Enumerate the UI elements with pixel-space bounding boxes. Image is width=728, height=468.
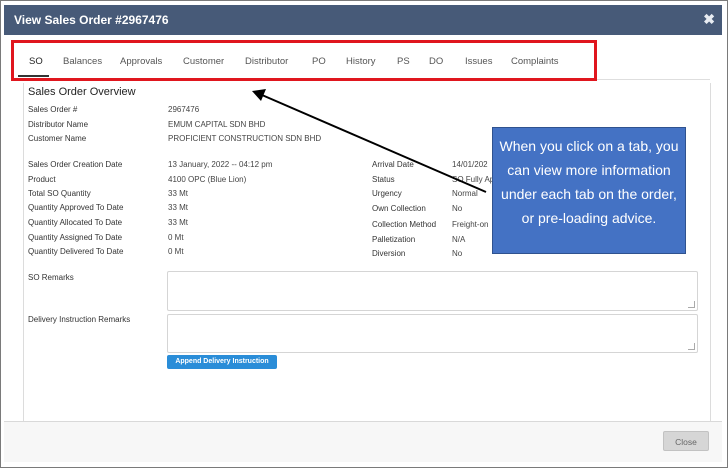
field-label-customer: Customer Name <box>28 134 87 143</box>
field-label-creation-date: Sales Order Creation Date <box>28 160 123 169</box>
resize-grip-icon[interactable] <box>688 343 695 350</box>
field-label-diversion: Diversion <box>372 249 406 258</box>
field-value-customer: PROFICIENT CONSTRUCTION SDN BHD <box>168 134 322 143</box>
field-value-product: 4100 OPC (Blue Lion) <box>168 175 247 184</box>
resize-grip-icon[interactable] <box>688 301 695 308</box>
field-label-qty-approved: Quantity Approved To Date <box>28 203 124 212</box>
field-value-own-collection: No <box>452 204 463 213</box>
field-label-arrival-date: Arrival Date <box>372 160 414 169</box>
field-label-status: Status <box>372 175 395 184</box>
field-label-product: Product <box>28 175 56 184</box>
section-title: Sales Order Overview <box>28 86 136 98</box>
field-label-palletization: Palletization <box>372 235 416 244</box>
delivery-remarks-textarea[interactable] <box>167 314 698 353</box>
field-value-qty-approved: 33 Mt <box>168 203 189 212</box>
field-label-own-collection: Own Collection <box>372 204 426 213</box>
tab-highlight-box <box>11 40 597 81</box>
field-value-qty-delivered: 0 Mt <box>168 247 184 256</box>
close-icon[interactable]: ✖ <box>703 11 715 28</box>
modal-title: View Sales Order #2967476 <box>14 13 169 27</box>
field-label-distributor: Distributor Name <box>28 120 89 129</box>
so-remarks-textarea[interactable] <box>167 271 698 311</box>
field-value-distributor: EMUM CAPITAL SDN BHD <box>168 120 266 129</box>
field-value-creation-date: 13 January, 2022 -- 04:12 pm <box>168 160 273 169</box>
field-label-sales-order: Sales Order # <box>28 105 78 114</box>
field-value-qty-allocated: 33 Mt <box>168 218 189 227</box>
annotation-callout: When you click on a tab, you can view mo… <box>492 127 686 254</box>
field-value-qty-assigned: 0 Mt <box>168 233 184 242</box>
close-button[interactable]: Close <box>663 431 709 451</box>
field-value-status: SO Fully Ap <box>452 175 495 184</box>
field-value-collection-method: Freight-on <box>452 220 489 229</box>
field-label-qty-assigned: Quantity Assigned To Date <box>28 233 123 242</box>
modal-footer <box>4 422 722 462</box>
field-value-urgency: Normal <box>452 189 478 198</box>
field-label-qty-delivered: Quantity Delivered To Date <box>28 247 124 256</box>
field-value-arrival-date: 14/01/202 <box>452 160 488 169</box>
append-delivery-instruction-button[interactable]: Append Delivery Instruction <box>167 355 277 369</box>
field-value-sales-order: 2967476 <box>168 105 200 114</box>
field-value-diversion: No <box>452 249 463 258</box>
delivery-remarks-label: Delivery Instruction Remarks <box>28 315 131 324</box>
field-label-qty-allocated: Quantity Allocated To Date <box>28 218 123 227</box>
field-label-total-quantity: Total SO Quantity <box>28 189 91 198</box>
so-remarks-label: SO Remarks <box>28 273 74 282</box>
field-value-total-quantity: 33 Mt <box>168 189 189 198</box>
field-label-urgency: Urgency <box>372 189 402 198</box>
modal-title-bar: View Sales Order #2967476 ✖ <box>4 5 722 35</box>
field-label-collection-method: Collection Method <box>372 220 437 229</box>
field-value-palletization: N/A <box>452 235 466 244</box>
